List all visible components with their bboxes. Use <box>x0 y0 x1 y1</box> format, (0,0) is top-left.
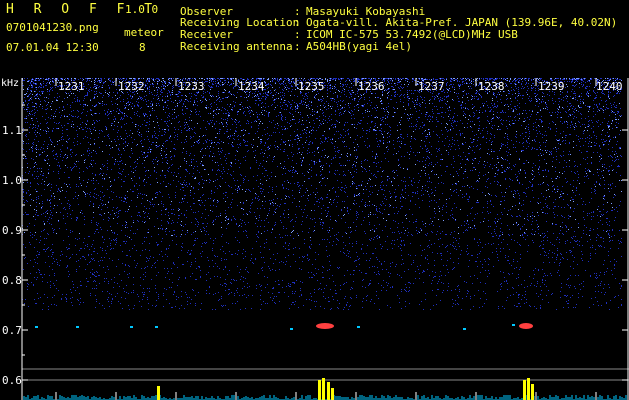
location-value: Ogata-vill. Akita-Pref. JAPAN (139.96E, … <box>306 16 618 29</box>
x-tick-label: 1235 <box>298 80 325 93</box>
meteor-level-bar <box>531 384 534 400</box>
location-colon: : <box>294 16 301 29</box>
meteor-echo <box>316 323 334 329</box>
location-label: Receiving Location <box>180 16 300 29</box>
spectrogram-plot <box>21 78 629 400</box>
x-tick-label: 1232 <box>118 80 145 93</box>
x-tick-label: 1231 <box>58 80 85 93</box>
file-name: 0701041230.png <box>6 21 99 34</box>
y-tick-label: 1.1 <box>2 124 22 137</box>
meteor-level-bar <box>523 380 526 400</box>
meteor-trace <box>512 324 515 326</box>
meteor-level-bar <box>331 388 334 400</box>
x-tick-label: 1238 <box>478 80 505 93</box>
receiver-value: ICOM IC-575 53.7492(@LCD)MHz USB <box>306 28 518 41</box>
y-axis-unit: kHz <box>1 78 20 89</box>
noise-field <box>22 78 622 310</box>
x-tick-label: 1234 <box>238 80 265 93</box>
antenna-colon: : <box>294 40 301 53</box>
meteor-level-bar <box>322 378 325 400</box>
meteor-level-bar <box>327 382 330 400</box>
meteor-trace <box>76 326 79 328</box>
meteor-trace <box>155 326 158 328</box>
meteor-level-bar <box>527 378 530 400</box>
x-tick-label: 1240 <box>596 80 623 93</box>
meteor-trace <box>357 326 360 328</box>
y-tick-label: 1.0 <box>2 174 22 187</box>
meteor-level-bar <box>318 380 321 400</box>
x-tick-label: 1236 <box>358 80 385 93</box>
meteor-trace <box>463 328 466 330</box>
meteor-trace <box>290 328 293 330</box>
meteor-trace <box>130 326 133 328</box>
antenna-label: Receiving antenna <box>180 40 293 53</box>
receiver-colon: : <box>294 28 301 41</box>
meteor-trace <box>35 326 38 328</box>
spectrogram-panel <box>0 78 629 400</box>
meteor-label: meteor <box>124 26 164 39</box>
meteor-count: 8 <box>139 41 146 54</box>
y-tick-label: 0.6 <box>2 374 22 387</box>
receiver-label: Receiver <box>180 28 233 41</box>
y-tick-label: 0.9 <box>2 224 22 237</box>
x-tick-label: 1237 <box>418 80 445 93</box>
app-version: 1.0.0 <box>125 3 159 16</box>
antenna-value: A504HB(yagi 4el) <box>306 40 412 53</box>
y-tick-label: 0.8 <box>2 274 22 287</box>
x-tick-label: 1239 <box>538 80 565 93</box>
datetime: 07.01.04 12:30 <box>6 41 99 54</box>
meteor-level-bar <box>157 386 160 400</box>
meteor-echo <box>519 323 533 329</box>
y-tick-label: 0.7 <box>2 324 22 337</box>
x-tick-label: 1233 <box>178 80 205 93</box>
